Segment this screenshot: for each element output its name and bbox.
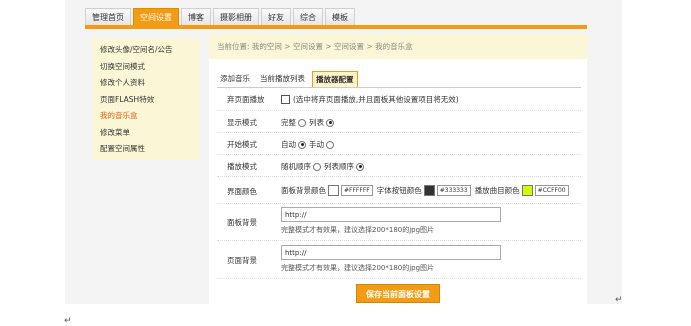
tab-blog[interactable]: 博客 [181, 8, 211, 26]
disable-text: (选中将弃页面播放,并且面板其他设置项目将无效) [293, 95, 459, 104]
row-page-bg: 页面背景 http:// 完整模式才有效果，建议选择200*180的jpg图片 [217, 241, 581, 279]
panel-bg-input[interactable]: http:// [281, 207, 501, 222]
start-mode-field: 自动 手动 [281, 139, 337, 150]
row-start-mode: 开始模式 自动 手动 [217, 133, 581, 155]
subtabs: 添加音乐 当前播放列表 播放器配置 [217, 71, 362, 88]
sidebar-item-flash-effects[interactable]: 页面FLASH特效 [92, 92, 200, 109]
play-order-opt1: 随机顺序 [281, 162, 311, 171]
panel-bg-hint: 完整模式才有效果，建议选择200*180的jpg图片 [281, 226, 435, 234]
play-order-radio-2[interactable] [356, 162, 364, 171]
play-order-opt2: 列表顺序 [324, 162, 354, 171]
tab-friends[interactable]: 好友 [261, 8, 291, 26]
display-mode-opt1: 完整 [281, 118, 296, 127]
bg-color-swatch[interactable] [328, 185, 339, 196]
sidebar-item-switch-mode[interactable]: 切换空间模式 [92, 59, 200, 76]
row-colors: 界面颜色 面板背景颜色 #FFFFFF 字体按钮颜色 #333333 播放曲目颜… [217, 177, 581, 204]
play-order-field: 随机顺序 列表顺序 [281, 161, 367, 172]
start-mode-opt2: 手动 [309, 140, 324, 149]
tab-admin-home[interactable]: 管理首页 [85, 8, 131, 26]
start-mode-opt1: 自动 [281, 140, 296, 149]
breadcrumb: 当前位置: 我的空间 > 空间设置 > 空间设置 > 我的音乐盒 [209, 34, 587, 59]
play-order-radio-1[interactable] [313, 162, 321, 171]
display-mode-label: 显示模式 [227, 118, 257, 127]
row-disable: 弃页面播放 (选中将弃页面播放,并且面板其他设置项目将无效) [217, 90, 581, 111]
paragraph-mark: ↵ [64, 316, 72, 326]
tab-photo-album[interactable]: 摄影相册 [213, 8, 259, 26]
colors-field: 面板背景颜色 #FFFFFF 字体按钮颜色 #333333 播放曲目颜色 #CC… [281, 185, 573, 196]
start-mode-radio-1[interactable] [298, 140, 306, 149]
page-bg-label: 页面背景 [227, 256, 257, 265]
row-play-order: 播放模式 随机顺序 列表顺序 [217, 155, 581, 177]
play-order-label: 播放模式 [227, 162, 257, 171]
nav-underline [85, 25, 587, 29]
btn-color-value[interactable]: #333333 [436, 185, 471, 196]
colors-label: 界面颜色 [227, 187, 257, 196]
start-mode-radio-2[interactable] [326, 140, 334, 149]
page-bg-input[interactable]: http:// [281, 245, 501, 260]
tab-playlist[interactable]: 当前播放列表 [257, 71, 308, 86]
sidebar-item-edit-menu[interactable]: 修改菜单 [92, 125, 200, 142]
track-color-swatch[interactable] [521, 185, 533, 196]
main-panel: 当前位置: 我的空间 > 空间设置 > 空间设置 > 我的音乐盒 添加音乐 当前… [209, 34, 587, 304]
tab-divider [217, 87, 581, 88]
row-panel-bg: 面板背景 http:// 完整模式才有效果，建议选择200*180的jpg图片 [217, 204, 581, 241]
btn-color-label: 字体按钮颜色 [376, 186, 422, 195]
start-mode-label: 开始模式 [227, 140, 257, 149]
track-color-label: 播放曲目颜色 [474, 186, 520, 195]
track-color-value[interactable]: #CCFF00 [534, 185, 569, 196]
btn-color-swatch[interactable] [423, 185, 435, 196]
paragraph-mark: ↵ [615, 295, 623, 305]
sidebar-item-avatar-name[interactable]: 修改头像/空间名/公告 [92, 42, 200, 59]
disable-field: (选中将弃页面播放,并且面板其他设置项目将无效) [281, 94, 459, 105]
bg-color-label: 面板背景颜色 [281, 186, 326, 195]
sidebar-item-music-box[interactable]: 我的音乐盒 [92, 108, 200, 125]
disable-label: 弃页面播放 [227, 95, 265, 104]
tab-space-settings[interactable]: 空间设置 [133, 8, 179, 26]
tab-templates[interactable]: 模板 [325, 8, 355, 26]
top-nav: 管理首页 空间设置 博客 摄影相册 好友 综合 模板 [85, 8, 357, 26]
sidebar: 修改头像/空间名/公告 切换空间模式 修改个人资料 页面FLASH特效 我的音乐… [92, 38, 200, 160]
bg-color-value[interactable]: #FFFFFF [341, 185, 373, 196]
tab-add-music[interactable]: 添加音乐 [217, 71, 253, 86]
display-mode-radio-1[interactable] [298, 118, 306, 127]
save-button[interactable]: 保存当前面板设置 [356, 284, 440, 303]
disable-checkbox[interactable] [281, 95, 290, 104]
display-mode-radio-2[interactable] [326, 118, 334, 127]
tab-general[interactable]: 综合 [293, 8, 323, 26]
page-bg-hint: 完整模式才有效果，建议选择200*180的jpg图片 [281, 264, 435, 272]
row-display-mode: 显示模式 完整 列表 [217, 111, 581, 133]
sidebar-item-space-properties[interactable]: 配置空间属性 [92, 141, 200, 158]
sidebar-item-profile[interactable]: 修改个人资料 [92, 75, 200, 92]
display-mode-field: 完整 列表 [281, 117, 337, 128]
panel-bg-label: 面板背景 [227, 218, 257, 227]
tab-player-config[interactable]: 播放器配置 [312, 71, 358, 88]
display-mode-opt2: 列表 [309, 118, 324, 127]
